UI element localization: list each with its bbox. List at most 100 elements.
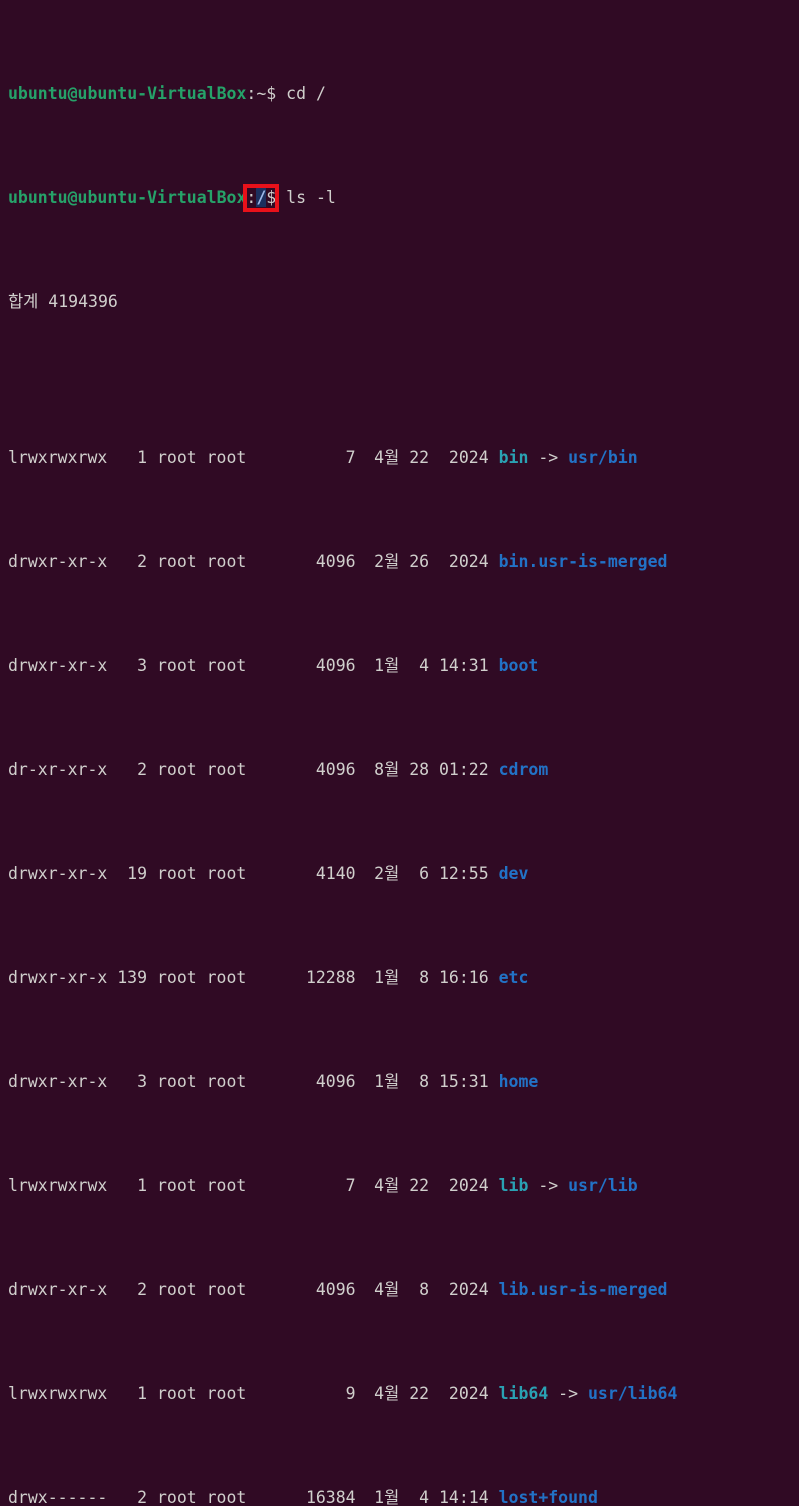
permissions: drwx------ bbox=[8, 1488, 108, 1506]
symlink-target: usr/bin bbox=[568, 448, 638, 467]
group: root bbox=[206, 760, 247, 779]
link-count: 2 bbox=[137, 760, 148, 779]
file-name: bin bbox=[498, 448, 529, 467]
symlink-target: usr/lib bbox=[568, 1176, 638, 1195]
ls-row: lrwxrwxrwx 1 root root 7 4월 22 2024 lib -> usr/lib bbox=[8, 1173, 799, 1199]
date-time-or-year: 14:31 bbox=[439, 656, 489, 675]
date-month: 1월 bbox=[374, 968, 400, 987]
annotated-prompt-path: :/$ bbox=[243, 184, 280, 212]
permissions: drwxr-xr-x bbox=[8, 968, 108, 987]
permissions: drwxr-xr-x bbox=[8, 864, 108, 883]
link-count: 1 bbox=[137, 1384, 148, 1403]
permissions: drwxr-xr-x bbox=[8, 1280, 108, 1299]
file-name: cdrom bbox=[498, 760, 549, 779]
group: root bbox=[206, 1280, 247, 1299]
ls-row: drwxr-xr-x 2 root root 4096 2월 26 2024 bin.usr-i… bbox=[8, 549, 799, 575]
link-count: 3 bbox=[137, 1072, 148, 1091]
permissions: drwxr-xr-x bbox=[8, 656, 108, 675]
group: root bbox=[206, 448, 247, 467]
prompt-path-root-highlighted: / bbox=[256, 188, 267, 207]
date-day: 6 bbox=[419, 864, 430, 883]
file-size: 4096 bbox=[315, 1072, 356, 1091]
date-time-or-year: 2024 bbox=[448, 552, 489, 571]
permissions: drwxr-xr-x bbox=[8, 1072, 108, 1091]
date-time-or-year: 16:16 bbox=[439, 968, 489, 987]
file-size: 4096 bbox=[315, 656, 356, 675]
prompt-user-host: ubuntu@ubuntu-VirtualBox bbox=[8, 188, 247, 207]
prompt-colon: : bbox=[246, 188, 257, 207]
date-day: 26 bbox=[409, 552, 430, 571]
terminal-line-ls-command: ubuntu@ubuntu-VirtualBox:/$ ls -l bbox=[8, 184, 799, 212]
date-time-or-year: 2024 bbox=[448, 1176, 489, 1195]
date-month: 2월 bbox=[374, 864, 400, 883]
date-day: 8 bbox=[419, 1280, 430, 1299]
date-day: 22 bbox=[409, 1384, 430, 1403]
date-time-or-year: 01:22 bbox=[439, 760, 489, 779]
owner: root bbox=[156, 864, 197, 883]
owner: root bbox=[156, 1384, 197, 1403]
date-month: 4월 bbox=[374, 448, 400, 467]
symlink-target: usr/lib64 bbox=[587, 1384, 678, 1403]
ls-row: drwxr-xr-x 2 root root 4096 4월 8 2024 lib.usr-is… bbox=[8, 1277, 799, 1303]
prompt-dollar: $ bbox=[266, 188, 277, 207]
owner: root bbox=[156, 760, 197, 779]
date-month: 4월 bbox=[374, 1384, 400, 1403]
owner: root bbox=[156, 656, 197, 675]
owner: root bbox=[156, 552, 197, 571]
file-size: 4096 bbox=[315, 760, 356, 779]
date-time-or-year: 15:31 bbox=[439, 1072, 489, 1091]
permissions: drwxr-xr-x bbox=[8, 552, 108, 571]
permissions: lrwxrwxrwx bbox=[8, 448, 108, 467]
group: root bbox=[206, 1072, 247, 1091]
date-time-or-year: 2024 bbox=[448, 448, 489, 467]
date-day: 22 bbox=[409, 1176, 430, 1195]
link-count: 19 bbox=[127, 864, 148, 883]
file-name: lib bbox=[498, 1176, 529, 1195]
link-count: 139 bbox=[117, 968, 148, 987]
group: root bbox=[206, 656, 247, 675]
link-count: 1 bbox=[137, 1176, 148, 1195]
prompt-path-home: ~ bbox=[256, 84, 267, 103]
file-name: lost+found bbox=[498, 1488, 598, 1506]
group: root bbox=[206, 1176, 247, 1195]
link-count: 2 bbox=[137, 1488, 148, 1506]
link-count: 3 bbox=[137, 656, 148, 675]
date-time-or-year: 2024 bbox=[448, 1280, 489, 1299]
symlink-arrow: -> bbox=[538, 448, 559, 467]
group: root bbox=[206, 1488, 247, 1506]
date-day: 8 bbox=[419, 1072, 430, 1091]
symlink-arrow: -> bbox=[538, 1176, 559, 1195]
prompt-user-host: ubuntu@ubuntu-VirtualBox bbox=[8, 84, 247, 103]
ls-row: lrwxrwxrwx 1 root root 7 4월 22 2024 bin -> usr/bin bbox=[8, 445, 799, 471]
owner: root bbox=[156, 968, 197, 987]
prompt-colon: : bbox=[246, 84, 257, 103]
date-month: 8월 bbox=[374, 760, 400, 779]
file-size: 9 bbox=[345, 1384, 356, 1403]
group: root bbox=[206, 1384, 247, 1403]
file-name: lib.usr-is-merged bbox=[498, 1280, 668, 1299]
command-ls: ls -l bbox=[286, 188, 336, 207]
date-day: 4 bbox=[419, 1488, 430, 1506]
file-name: dev bbox=[498, 864, 529, 883]
group: root bbox=[206, 552, 247, 571]
date-month: 1월 bbox=[374, 1072, 400, 1091]
terminal-window[interactable]: ubuntu@ubuntu-VirtualBox:~$ cd / ubuntu@u… bbox=[0, 0, 799, 1506]
date-time-or-year: 14:14 bbox=[439, 1488, 489, 1506]
prompt-dollar: $ bbox=[266, 84, 277, 103]
file-size: 4140 bbox=[315, 864, 356, 883]
date-day: 22 bbox=[409, 448, 430, 467]
total-value: 4194396 bbox=[48, 292, 118, 311]
file-name: home bbox=[498, 1072, 539, 1091]
total-line: 합계 4194396 bbox=[8, 289, 799, 315]
permissions: dr-xr-xr-x bbox=[8, 760, 108, 779]
file-size: 12288 bbox=[305, 968, 356, 987]
owner: root bbox=[156, 1488, 197, 1506]
file-name: etc bbox=[498, 968, 529, 987]
owner: root bbox=[156, 1280, 197, 1299]
ls-row: drwx------ 2 root root 16384 1월 4 14:14 lost+fou… bbox=[8, 1485, 799, 1506]
owner: root bbox=[156, 1176, 197, 1195]
link-count: 1 bbox=[137, 448, 148, 467]
date-day: 8 bbox=[419, 968, 430, 987]
owner: root bbox=[156, 448, 197, 467]
file-size: 4096 bbox=[315, 1280, 356, 1299]
